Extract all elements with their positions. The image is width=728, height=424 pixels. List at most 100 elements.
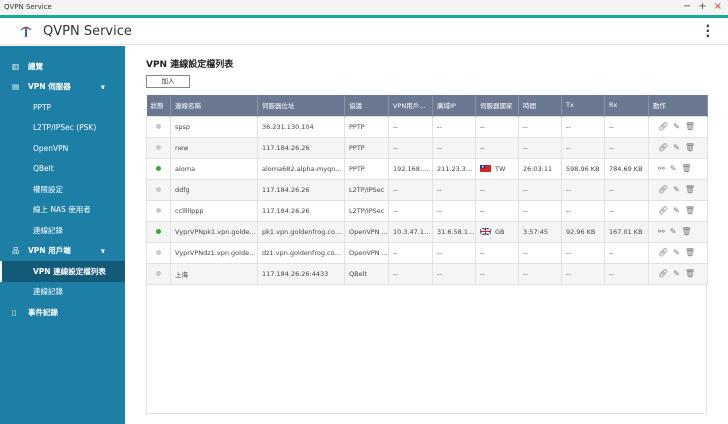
log-icon: ▯ (12, 307, 17, 317)
sidebar-item[interactable]: 連線記錄 (0, 282, 125, 303)
cell-country: GB (475, 220, 519, 243)
delete-icon[interactable]: 🗑︎ (681, 164, 691, 173)
cell-client-ip: -- (388, 115, 433, 138)
sidebar-item[interactable]: ▯ 事件記錄 (0, 302, 125, 323)
close-button[interactable]: × (714, 1, 722, 12)
cell-wan-ip: -- (432, 241, 476, 264)
connect-icon[interactable]: 🔗︎ (658, 206, 668, 215)
sidebar-item[interactable]: 線上 NAS 使用者 (0, 200, 125, 221)
edit-icon[interactable]: ✎ (673, 269, 680, 278)
column-header[interactable]: VPN用戶... (388, 95, 433, 116)
cell-protocol: PPTP (344, 157, 389, 180)
edit-icon[interactable]: ✎ (673, 143, 680, 152)
disconnect-icon[interactable]: ⚯ (658, 227, 665, 236)
delete-icon[interactable]: 🗑︎ (685, 269, 695, 278)
cell-protocol: L2TP/IPSec (344, 178, 389, 201)
cell-time: -- (518, 178, 562, 201)
sidebar-item-label: 連線記錄 (33, 287, 63, 297)
delete-icon[interactable]: 🗑︎ (685, 185, 695, 194)
cell-country: -- (475, 199, 519, 222)
sidebar-item[interactable]: 權限設定 (0, 179, 125, 200)
connect-icon[interactable]: 🔗︎ (658, 269, 668, 278)
cell-name: aloma (170, 157, 258, 180)
column-header[interactable]: 協議 (344, 95, 389, 116)
connect-icon[interactable]: 🔗︎ (658, 248, 668, 257)
sidebar: ▥ 總覽 ▤ VPN 伺服器 ∨ PPTP L2TP/IPSec (PSK) OpenVPN Q… (0, 46, 125, 424)
column-header[interactable]: 動作 (648, 95, 708, 116)
connect-icon[interactable]: 🔗︎ (658, 143, 668, 152)
column-header[interactable]: 狀態 (146, 95, 171, 116)
column-header[interactable]: 連線名稱 (170, 95, 258, 116)
server-icon: ▤ (12, 82, 20, 92)
cell-country: -- (475, 241, 519, 264)
connect-icon[interactable]: 🔗︎ (658, 122, 668, 131)
cell-time: 26:03:11 (518, 157, 562, 180)
cell-time: 3:57:45 (518, 220, 562, 243)
table-row[interactable]: VyprVPNpk1.vpn.goldenf... pk1.vpn.goldenf… (146, 220, 708, 243)
network-icon: 品 (12, 246, 20, 256)
column-header[interactable]: 廣域IP (432, 95, 476, 116)
cell-protocol: OpenVPN ... (344, 241, 389, 264)
minimize-button[interactable]: − (683, 1, 691, 12)
status-indicator (156, 270, 161, 276)
cell-country: -- (475, 262, 519, 285)
cell-wan-ip: -- (432, 262, 476, 285)
sidebar-item[interactable]: 連線記錄 (0, 220, 125, 241)
edit-icon[interactable]: ✎ (673, 122, 680, 131)
delete-icon[interactable]: 🗑︎ (685, 143, 695, 152)
table-row[interactable]: 上海 117.184.26.26:4433 QBelt -- -- -- -- -- -- 🔗︎ ✎… (146, 262, 708, 285)
table-row[interactable]: ddfg 117.184.26.26 L2TP/IPSec -- -- -- -- -- -- 🔗… (146, 178, 708, 201)
edit-icon[interactable]: ✎ (673, 206, 680, 215)
chevron-down-icon[interactable]: ∨ (100, 83, 106, 91)
flag-gb-icon (480, 228, 491, 235)
sidebar-item[interactable]: 品 VPN 用戶端 ∨ (0, 241, 125, 262)
sidebar-item[interactable]: ▤ VPN 伺服器 ∨ (0, 77, 125, 98)
delete-icon[interactable]: 🗑︎ (685, 248, 695, 257)
sidebar-item-label: PPTP (33, 102, 52, 112)
edit-icon[interactable]: ✎ (673, 185, 680, 194)
cell-protocol: PPTP (344, 136, 389, 159)
column-header[interactable]: 伺服器位址 (257, 95, 345, 116)
status-indicator (156, 144, 161, 150)
sidebar-item[interactable]: QBelt (0, 159, 125, 180)
table-row[interactable]: cclllllppp 117.184.26.26 L2TP/IPSec -- -- -- -… (146, 199, 708, 222)
table-row[interactable]: spsp 36.231.130.104 PPTP -- -- -- -- -- -- 🔗︎ ✎ 🗑︎ (146, 115, 708, 138)
maximize-button[interactable]: + (698, 1, 706, 12)
cell-tx: -- (561, 241, 605, 264)
cell-name: ddfg (170, 178, 258, 201)
column-header[interactable]: 時間 (518, 95, 562, 116)
cell-country: -- (475, 178, 519, 201)
edit-icon[interactable]: ✎ (673, 248, 680, 257)
cell-rx: -- (604, 115, 649, 138)
status-indicator (156, 186, 161, 192)
cell-tx: -- (561, 262, 605, 285)
sidebar-item[interactable]: VPN 連線設定檔列表 (0, 261, 125, 282)
sidebar-item[interactable]: PPTP (0, 97, 125, 118)
edit-icon[interactable]: ✎ (670, 227, 677, 236)
add-button[interactable]: 加入 (146, 75, 190, 88)
table-row[interactable]: VyprVPNdz1.vpn.goldenf... dz1.vpn.goldenf… (146, 241, 708, 264)
sidebar-item[interactable]: ▥ 總覽 (0, 56, 125, 77)
cell-time: -- (518, 136, 562, 159)
cell-name: VyprVPNdz1.vpn.goldenf... (170, 241, 258, 264)
delete-icon[interactable]: 🗑︎ (685, 206, 695, 215)
disconnect-icon[interactable]: ⚯ (658, 164, 665, 173)
cell-server: pk1.vpn.goldenfrog.com:... (257, 220, 345, 243)
cell-country: -- (475, 136, 519, 159)
delete-icon[interactable]: 🗑︎ (685, 122, 695, 131)
more-menu-icon[interactable]: · · · (705, 20, 710, 42)
column-header[interactable]: Rx (604, 95, 649, 116)
connect-icon[interactable]: 🔗︎ (658, 185, 668, 194)
delete-icon[interactable]: 🗑︎ (681, 227, 691, 236)
column-header[interactable]: 伺服器國家 (475, 95, 519, 116)
table-row[interactable]: aloma aloma682.alpha-myqnap... PPTP 192.168… (146, 157, 708, 180)
cell-wan-ip: 31.6.58.195 (432, 220, 476, 243)
chevron-down-icon[interactable]: ∨ (100, 247, 106, 255)
edit-icon[interactable]: ✎ (670, 164, 677, 173)
cell-time: -- (518, 241, 562, 264)
table-row[interactable]: new 117.184.26.26 PPTP -- -- -- -- -- -- 🔗︎ ✎ 🗑︎ (146, 136, 708, 159)
sidebar-item[interactable]: OpenVPN (0, 138, 125, 159)
column-header[interactable]: Tx (561, 95, 605, 116)
sidebar-item[interactable]: L2TP/IPSec (PSK) (0, 118, 125, 139)
cell-time: -- (518, 115, 562, 138)
